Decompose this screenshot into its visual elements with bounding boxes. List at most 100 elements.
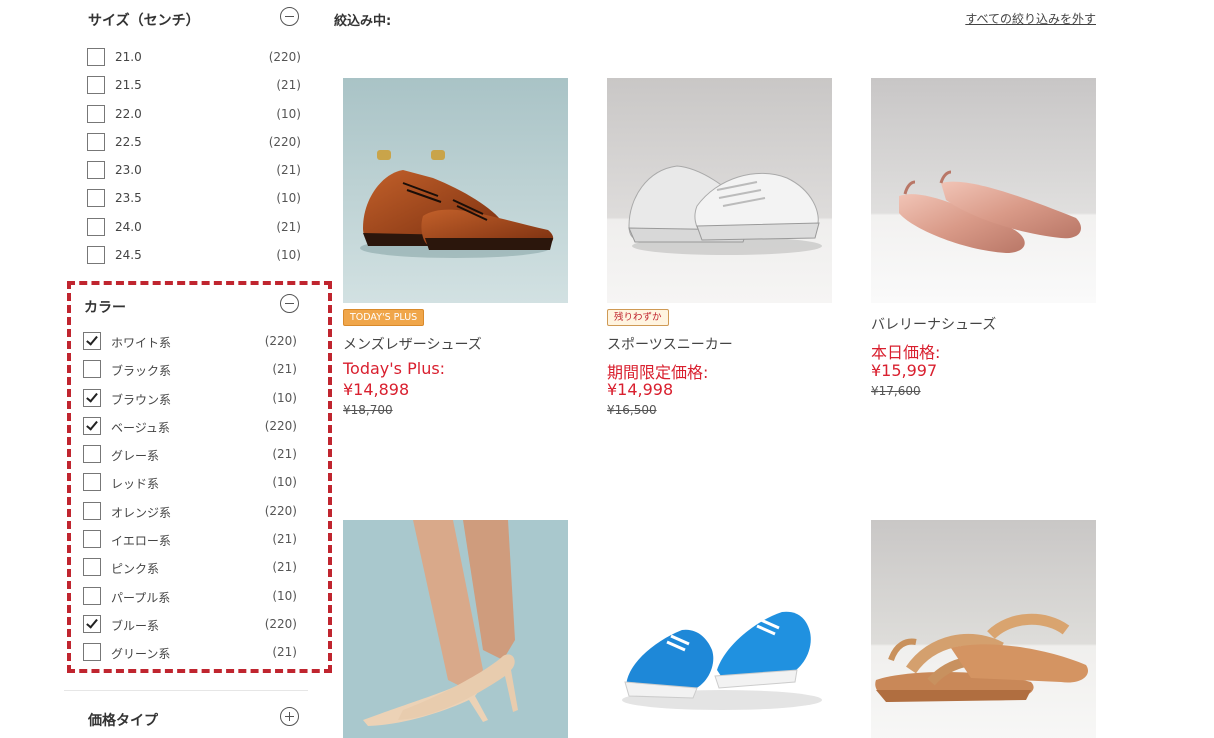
product-image-sandals[interactable] bbox=[871, 520, 1096, 738]
product-image-high-heels[interactable] bbox=[343, 520, 568, 738]
size-option-count: (21) bbox=[276, 219, 301, 234]
color-facet-title: カラー bbox=[84, 300, 126, 316]
size-option-count: (21) bbox=[276, 163, 301, 178]
color-option-label: ホワイト系 bbox=[111, 336, 172, 350]
color-options: ホワイト系 (220) ブラック系 (21) ブラウン系 (10) ベージュ系 (220… bbox=[83, 330, 297, 670]
color-option-label: ピンク系 bbox=[111, 562, 160, 577]
checkbox[interactable] bbox=[83, 360, 101, 379]
checkbox-checked[interactable] bbox=[83, 388, 101, 407]
product-card[interactable] bbox=[871, 520, 1096, 738]
color-option[interactable]: パープル系 (10) bbox=[83, 585, 297, 613]
product-image-ballerina-shoes[interactable] bbox=[871, 78, 1096, 303]
size-option-count: (220) bbox=[268, 134, 301, 149]
product-name[interactable]: スポーツスニーカー bbox=[607, 334, 733, 354]
size-facet-header[interactable]: サイズ（センチ） bbox=[64, 6, 308, 30]
color-option-count: (21) bbox=[272, 532, 297, 547]
color-option-count: (220) bbox=[264, 418, 297, 433]
size-option-count: (21) bbox=[276, 78, 301, 93]
color-option-count: (21) bbox=[272, 362, 297, 377]
size-option-count: (220) bbox=[268, 50, 301, 64]
product-card[interactable]: バレリーナシューズ 本日価格: ¥15,997 ¥17,600 bbox=[871, 78, 1096, 428]
color-option-count: (21) bbox=[272, 560, 297, 575]
color-option[interactable]: レッド系 (10) bbox=[83, 471, 297, 499]
product-name[interactable]: メンズレザーシューズ bbox=[343, 334, 482, 354]
product-card[interactable] bbox=[607, 520, 832, 738]
product-original-price: ¥17,600 bbox=[871, 384, 921, 398]
color-option[interactable]: ブルー系 (220) bbox=[83, 613, 297, 641]
color-option[interactable]: ブラウン系 (10) bbox=[83, 387, 297, 415]
size-option[interactable]: 24.0 (21) bbox=[87, 216, 301, 244]
checkbox[interactable] bbox=[87, 104, 105, 123]
checkbox[interactable] bbox=[83, 445, 101, 464]
expand-plus-icon[interactable] bbox=[280, 707, 299, 726]
collapse-minus-icon[interactable] bbox=[280, 294, 299, 313]
color-option[interactable]: ピンク系 (21) bbox=[83, 556, 297, 584]
checkbox-checked[interactable] bbox=[83, 614, 101, 633]
color-option-label: グレー系 bbox=[111, 449, 160, 464]
checkbox[interactable] bbox=[83, 473, 101, 492]
product-card[interactable] bbox=[343, 520, 568, 738]
checkbox[interactable] bbox=[83, 501, 101, 520]
size-option[interactable]: 23.5 (10) bbox=[87, 187, 301, 215]
color-option-label: ブラック系 bbox=[111, 364, 172, 379]
size-option-label: 23.5 bbox=[115, 191, 142, 206]
checkbox[interactable] bbox=[87, 48, 105, 66]
color-option[interactable]: グリーン系 (21) bbox=[83, 641, 297, 669]
checkbox[interactable] bbox=[87, 246, 105, 265]
size-option-count: (10) bbox=[276, 106, 301, 121]
color-option[interactable]: グレー系 (21) bbox=[83, 443, 297, 471]
color-option-count: (220) bbox=[264, 616, 297, 631]
product-original-price: ¥18,700 bbox=[343, 403, 393, 417]
product-price: ¥14,898 bbox=[343, 380, 410, 399]
product-price: ¥15,997 bbox=[871, 361, 938, 380]
size-option-count: (10) bbox=[276, 191, 301, 206]
size-option-count: (10) bbox=[276, 248, 301, 263]
color-option-count: (10) bbox=[272, 475, 297, 490]
checkbox[interactable] bbox=[83, 558, 101, 577]
size-option[interactable]: 21.5 (21) bbox=[87, 74, 301, 102]
product-price: ¥14,998 bbox=[607, 380, 674, 399]
color-option[interactable]: ホワイト系 (220) bbox=[83, 330, 297, 358]
checkbox[interactable] bbox=[87, 217, 105, 236]
color-option-label: グリーン系 bbox=[111, 647, 171, 662]
checkbox[interactable] bbox=[87, 161, 105, 180]
color-option[interactable]: オレンジ系 (220) bbox=[83, 500, 297, 528]
product-card[interactable]: 残りわずか スポーツスニーカー 期間限定価格: ¥14,998 ¥16,500 bbox=[607, 78, 832, 428]
checkbox[interactable] bbox=[83, 530, 101, 549]
color-option-label: ブルー系 bbox=[111, 618, 160, 633]
color-option-count: (21) bbox=[272, 645, 297, 660]
product-image-blue-sneakers[interactable] bbox=[607, 520, 832, 738]
product-name[interactable]: バレリーナシューズ bbox=[871, 314, 996, 334]
checkbox[interactable] bbox=[87, 189, 105, 208]
color-option[interactable]: ベージュ系 (220) bbox=[83, 415, 297, 443]
color-option[interactable]: イエロー系 (21) bbox=[83, 528, 297, 556]
price-type-facet-header[interactable]: 価格タイプ bbox=[64, 706, 308, 730]
product-image-sports-sneakers[interactable] bbox=[607, 78, 832, 303]
color-option-count: (10) bbox=[272, 588, 297, 603]
checkbox[interactable] bbox=[83, 643, 101, 662]
color-option[interactable]: ブラック系 (21) bbox=[83, 358, 297, 386]
color-option-count: (10) bbox=[272, 390, 297, 405]
collapse-minus-icon[interactable] bbox=[280, 7, 299, 26]
checkbox[interactable] bbox=[87, 132, 105, 151]
checkbox-checked[interactable] bbox=[83, 332, 101, 350]
size-option[interactable]: 22.0 (10) bbox=[87, 103, 301, 131]
facet-divider bbox=[64, 690, 308, 691]
checkbox[interactable] bbox=[83, 586, 101, 605]
price-type-facet-title: 価格タイプ bbox=[88, 713, 158, 729]
checkbox-checked[interactable] bbox=[83, 416, 101, 435]
checkbox[interactable] bbox=[87, 76, 105, 95]
size-option-label: 24.0 bbox=[115, 219, 142, 234]
size-option[interactable]: 23.0 (21) bbox=[87, 159, 301, 187]
size-option[interactable]: 21.0 (220) bbox=[87, 46, 301, 74]
product-image-leather-shoes[interactable] bbox=[343, 78, 568, 303]
size-option[interactable]: 22.5 (220) bbox=[87, 131, 301, 159]
size-option[interactable]: 24.5 (10) bbox=[87, 244, 301, 272]
size-option-label: 24.5 bbox=[115, 248, 142, 263]
product-original-price: ¥16,500 bbox=[607, 403, 657, 417]
color-option-label: イエロー系 bbox=[111, 534, 171, 549]
color-option-label: ブラウン系 bbox=[111, 392, 172, 407]
clear-all-filters-link[interactable]: すべての絞り込みを外す bbox=[956, 10, 1096, 27]
color-facet-header[interactable]: カラー bbox=[64, 293, 308, 317]
product-card[interactable]: TODAY'S PLUS メンズレザーシューズ Today's Plus: ¥1… bbox=[343, 78, 568, 428]
